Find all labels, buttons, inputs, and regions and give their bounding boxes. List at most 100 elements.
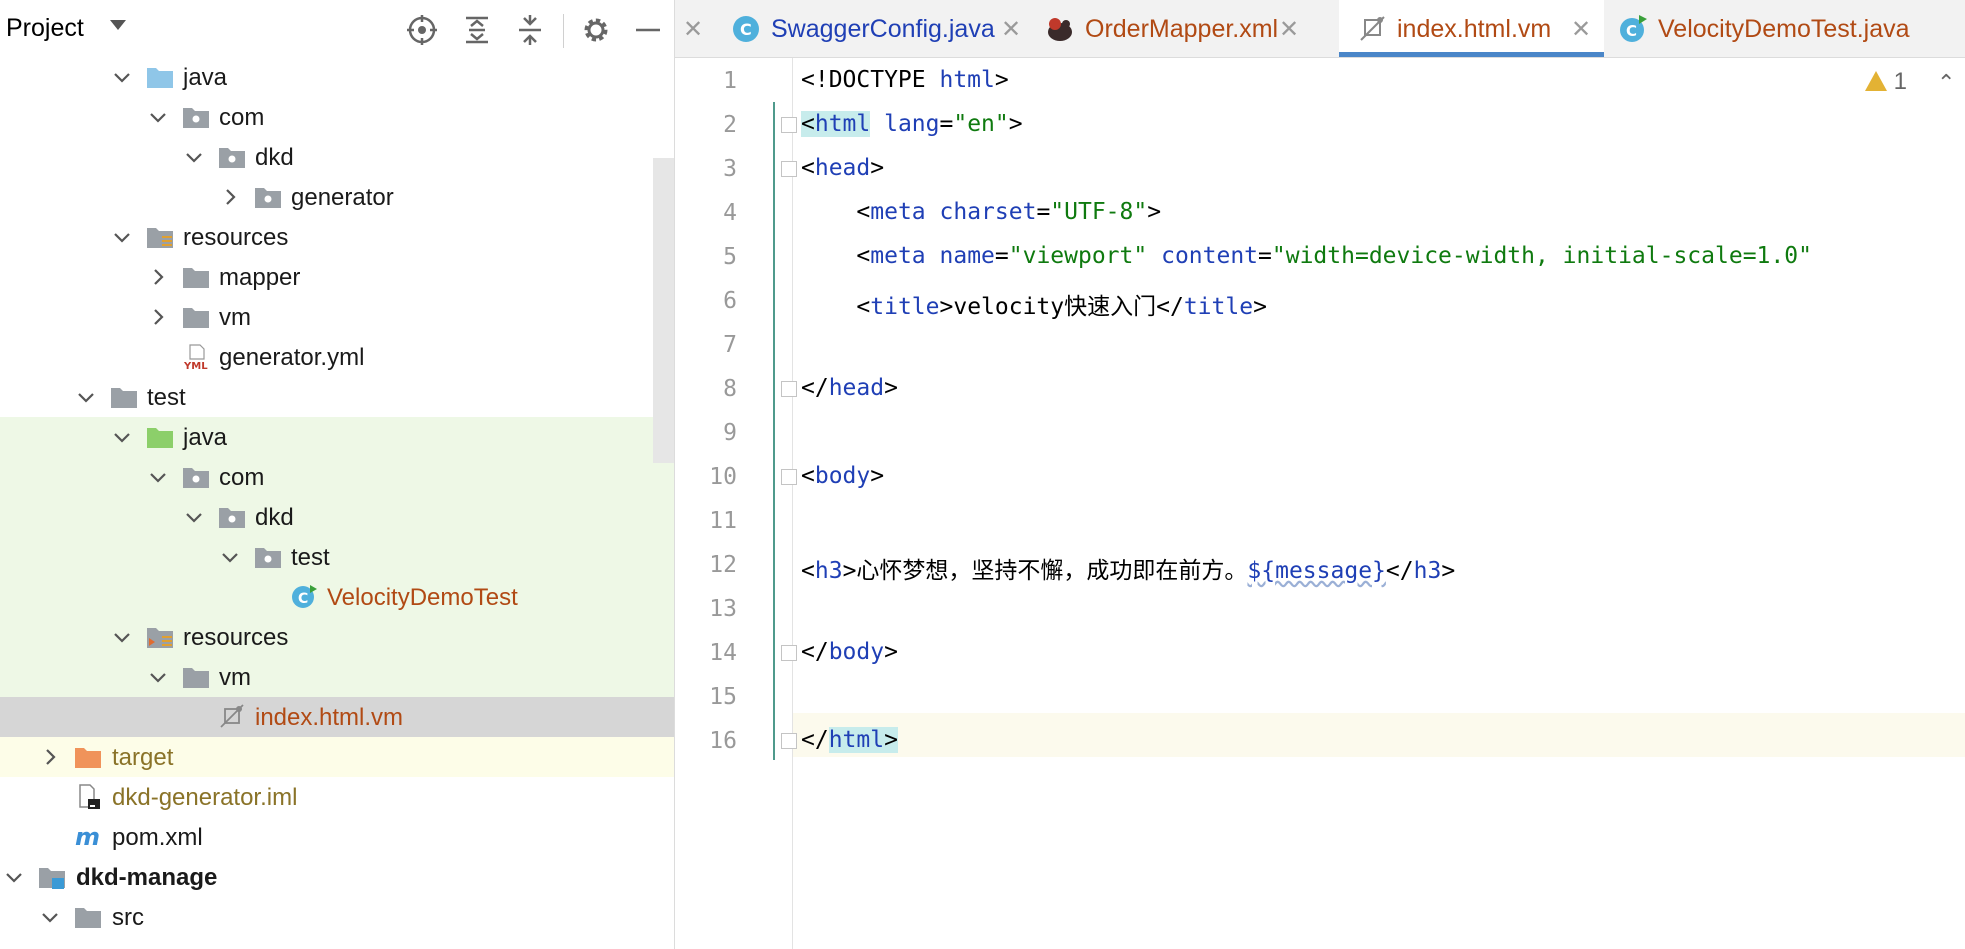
chevron-down-icon[interactable]: [2, 865, 26, 889]
tree-item-generator-yml[interactable]: YML generator.yml: [0, 337, 674, 377]
gear-icon[interactable]: [578, 12, 614, 48]
tree-item-index-html-vm[interactable]: index.html.vm: [0, 697, 674, 737]
tree-item-com-test[interactable]: com: [0, 457, 674, 497]
folder-icon: [182, 664, 210, 690]
warning-icon: [1865, 71, 1887, 91]
chevron-down-icon[interactable]: [182, 505, 206, 529]
tree-item-resources-main[interactable]: resources: [0, 217, 674, 257]
chevron-down-icon[interactable]: [146, 665, 170, 689]
close-icon[interactable]: ✕: [683, 15, 703, 44]
tree-item-vm-test[interactable]: vm: [0, 657, 674, 697]
folder-icon: [182, 304, 210, 330]
yml-file-icon: YML: [182, 344, 210, 372]
project-view-selector[interactable]: Project: [6, 14, 84, 43]
chevron-right-icon[interactable]: [146, 305, 170, 329]
class-icon: C: [731, 14, 761, 44]
close-icon[interactable]: ✕: [1279, 15, 1299, 44]
excluded-folder-icon: [74, 744, 102, 770]
chevron-down-icon[interactable]: [110, 625, 134, 649]
svg-text:YML: YML: [183, 361, 208, 370]
project-panel-header: Project: [0, 0, 674, 62]
folder-icon: [110, 384, 138, 410]
chevron-right-icon[interactable]: [218, 185, 242, 209]
code-line-16: </html>: [801, 727, 898, 753]
toolbar-divider: [563, 14, 564, 48]
svg-text:C: C: [740, 20, 752, 39]
mybatis-icon: [1045, 14, 1075, 44]
code-line-6: <title>velocity快速入门</title>: [801, 294, 1267, 320]
chevron-down-icon[interactable]: [146, 465, 170, 489]
minimize-icon[interactable]: [630, 12, 666, 48]
chevron-down-icon[interactable]: [110, 65, 134, 89]
close-icon[interactable]: ✕: [1001, 15, 1021, 44]
locate-icon[interactable]: [404, 12, 440, 48]
tab-velocity-demo-test[interactable]: C VelocityDemoTest.java: [1604, 0, 1965, 57]
tree-item-dkd[interactable]: dkd: [0, 137, 674, 177]
chevron-down-icon[interactable]: [110, 20, 126, 30]
tree-item-pom-xml[interactable]: m pom.xml: [0, 817, 674, 857]
expand-all-icon[interactable]: [459, 12, 495, 48]
project-panel: Project java com dkd generator resources…: [0, 0, 675, 949]
module-icon: [38, 864, 66, 890]
chevron-up-icon[interactable]: ⌃: [1937, 70, 1955, 96]
chevron-down-icon[interactable]: [146, 105, 170, 129]
chevron-down-icon[interactable]: [74, 385, 98, 409]
package-icon: [182, 104, 210, 130]
tree-item-vm-main[interactable]: vm: [0, 297, 674, 337]
tree-item-resources-test[interactable]: resources: [0, 617, 674, 657]
code-line-10: <body>: [801, 463, 885, 489]
collapse-all-icon[interactable]: [512, 12, 548, 48]
test-source-folder-icon: [146, 424, 174, 450]
tree-item-java-test[interactable]: java: [0, 417, 674, 457]
tab-index-html-vm[interactable]: index.html.vm ✕: [1339, 0, 1604, 57]
tree-item-dkd-manage[interactable]: dkd-manage: [0, 857, 674, 897]
package-icon: [218, 144, 246, 170]
chevron-down-icon[interactable]: [110, 425, 134, 449]
package-icon: [254, 184, 282, 210]
package-icon: [182, 464, 210, 490]
tree-item-generator[interactable]: generator: [0, 177, 674, 217]
resources-folder-icon: [146, 224, 174, 250]
test-class-icon: C: [290, 584, 318, 610]
tree-item-test-package[interactable]: test: [0, 537, 674, 577]
svg-text:C: C: [1626, 22, 1637, 40]
chevron-right-icon[interactable]: [38, 745, 62, 769]
tree-item-target[interactable]: target: [0, 737, 674, 777]
inspection-warning-indicator[interactable]: 1: [1865, 68, 1907, 96]
chevron-down-icon[interactable]: [218, 545, 242, 569]
tree-item-test[interactable]: test: [0, 377, 674, 417]
code-line-8: </head>: [801, 375, 898, 401]
chevron-down-icon[interactable]: [110, 225, 134, 249]
iml-file-icon: [74, 784, 102, 810]
tree-item-dkd-test[interactable]: dkd: [0, 497, 674, 537]
code-line-2: <html lang="en">: [801, 111, 1023, 137]
code-line-12: <h3>心怀梦想，坚持不懈，成功即在前方。${message}</h3>: [801, 558, 1456, 584]
test-resources-folder-icon: [146, 624, 174, 650]
chevron-down-icon[interactable]: [38, 905, 62, 929]
tree-item-com[interactable]: com: [0, 97, 674, 137]
folder-icon: [182, 264, 210, 290]
tree-item-velocity-demo-test[interactable]: C VelocityDemoTest: [0, 577, 674, 617]
code-editor[interactable]: <!DOCTYPE html> <html lang="en"> <head> …: [793, 58, 1965, 949]
tree-item-dkd-generator-iml[interactable]: dkd-generator.iml: [0, 777, 674, 817]
test-class-icon: C: [1618, 14, 1648, 44]
tree-item-java-main[interactable]: java: [0, 57, 674, 97]
project-scrollbar[interactable]: [653, 158, 674, 463]
chevron-down-icon[interactable]: [182, 145, 206, 169]
package-icon: [218, 504, 246, 530]
tree-item-mapper[interactable]: mapper: [0, 257, 674, 297]
chevron-right-icon[interactable]: [146, 265, 170, 289]
svg-text:C: C: [298, 591, 308, 607]
tab-swagger-config[interactable]: C SwaggerConfig.java ✕: [723, 0, 1023, 57]
editor-tab-bar: ✕ C SwaggerConfig.java ✕ OrderMapper.xml…: [675, 0, 1965, 58]
code-line-1: <!DOCTYPE html>: [801, 67, 1009, 93]
fold-range-indicator: [773, 102, 775, 760]
close-icon[interactable]: ✕: [1571, 15, 1591, 44]
code-line-3: <head>: [801, 155, 885, 181]
tree-item-src[interactable]: src: [0, 897, 674, 937]
maven-icon: m: [74, 823, 102, 851]
folder-icon: [74, 904, 102, 930]
vm-file-icon: [218, 704, 246, 730]
vm-file-icon: [1357, 14, 1387, 44]
line-number-gutter: 1 2 3 4 5 6 7 8 9 10 11 12 13 14 15 16: [675, 58, 797, 949]
